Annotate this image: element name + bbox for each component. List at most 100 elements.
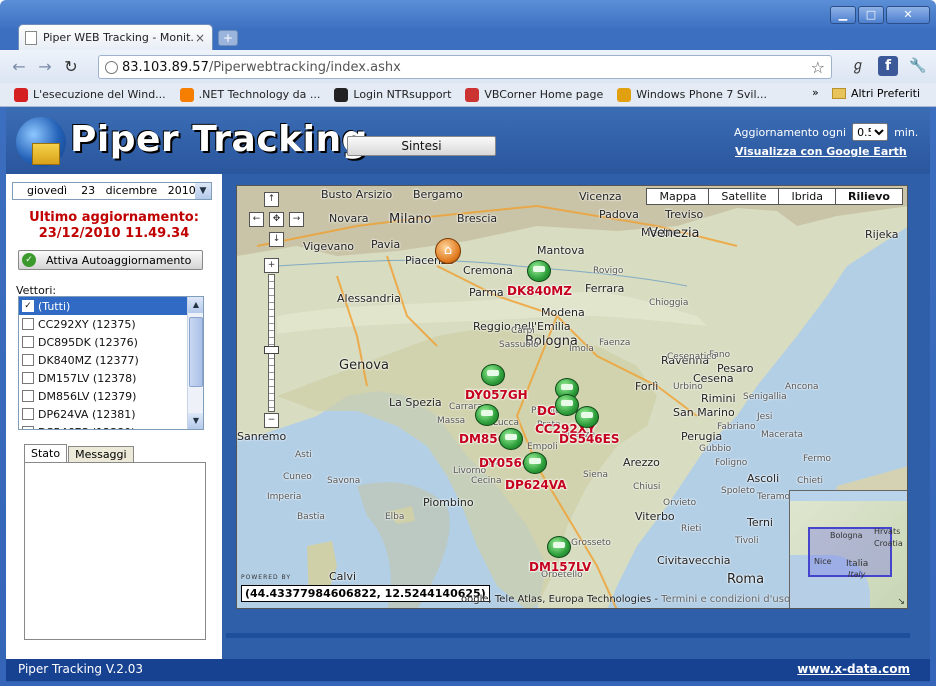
scroll-thumb[interactable] <box>189 317 203 387</box>
pan-left-icon[interactable]: ← <box>249 212 264 227</box>
city-label: Venezia <box>649 226 700 241</box>
vehicle-label[interactable]: DC <box>537 404 556 418</box>
list-scrollbar[interactable]: ▲ ▼ <box>187 297 203 429</box>
city-label: Massa <box>437 416 466 426</box>
vehicle-checkbox[interactable] <box>22 318 34 330</box>
wrench-icon[interactable]: 🔧 <box>908 56 928 76</box>
vehicle-label: DK840MZ (12377) <box>38 353 139 367</box>
pan-center-icon[interactable]: ✥ <box>269 212 284 227</box>
map-type-button[interactable]: Satellite <box>708 188 780 205</box>
zoom-out-icon[interactable]: − <box>264 413 279 428</box>
vehicle-marker-icon[interactable] <box>475 404 499 426</box>
zoom-in-icon[interactable]: + <box>264 258 279 273</box>
pan-right-icon[interactable]: → <box>289 212 304 227</box>
overview-map[interactable]: Bologna Hrvats Croatia Nice Italia Italy… <box>789 490 907 608</box>
zoom-knob[interactable] <box>264 345 279 354</box>
list-item[interactable]: ✓ (Tutti) <box>19 297 187 315</box>
chevron-down-icon[interactable]: ▼ <box>195 183 211 199</box>
minimize-icon[interactable]: ▁ <box>830 6 856 24</box>
sintesi-button[interactable]: Sintesi <box>347 136 496 156</box>
pan-up-icon[interactable]: ↑ <box>264 192 279 207</box>
home-icon[interactable]: ⌂ <box>435 238 461 264</box>
city-label: Busto Arsizio <box>321 188 393 201</box>
scroll-up-icon[interactable]: ▲ <box>188 297 203 313</box>
vehicle-label[interactable]: DK840MZ <box>507 284 572 298</box>
city-label: Savona <box>327 476 361 486</box>
zoom-slider[interactable] <box>268 274 275 412</box>
vehicle-marker-icon[interactable] <box>527 260 551 282</box>
bookmark-item[interactable]: .NET Technology da ... <box>179 87 320 102</box>
new-tab-button[interactable]: + <box>218 30 238 46</box>
vehicle-label[interactable]: DY057GH <box>465 388 528 402</box>
bookmark-item[interactable]: VBCorner Home page <box>465 87 603 102</box>
extension-icon[interactable]: ℊ <box>848 56 868 76</box>
forward-icon[interactable]: → <box>34 56 56 78</box>
close-icon[interactable]: ✕ <box>886 6 930 24</box>
refresh-interval-select[interactable]: 0.5 <box>852 123 889 141</box>
bookmark-item[interactable]: L'esecuzione del Wind... <box>14 87 166 102</box>
city-label: Forlì <box>635 380 659 393</box>
resize-icon[interactable]: ↘ <box>897 597 905 607</box>
list-item[interactable]: CC292XY (12375) <box>19 315 187 333</box>
auto-refresh-button[interactable]: ✓ Attiva Autoaggiornamento <box>18 250 203 270</box>
vehicle-marker-icon[interactable] <box>547 536 571 558</box>
vehicle-label[interactable]: DP624VA <box>505 478 567 492</box>
city-label: San Marino <box>673 406 735 419</box>
list-item[interactable]: DP624VA (12381) <box>19 405 187 423</box>
facebook-icon[interactable]: f <box>878 56 898 76</box>
city-label: Alessandria <box>337 292 401 305</box>
list-item[interactable]: DS546ES (12380) <box>19 423 187 429</box>
browser-tab[interactable]: Piper WEB Tracking - Monit... × <box>18 24 213 50</box>
back-icon[interactable]: ← <box>8 56 30 78</box>
city-label: Ascoli <box>747 472 780 485</box>
last-update-label: Ultimo aggiornamento: <box>29 210 199 225</box>
bookmark-item[interactable]: Windows Phone 7 Svil... <box>617 87 767 102</box>
list-item[interactable]: DC895DK (12376) <box>19 333 187 351</box>
city-label: Cesenatico <box>667 352 717 362</box>
tab-close-icon[interactable]: × <box>194 31 206 45</box>
bookmark-star-icon[interactable]: ☆ <box>811 58 825 77</box>
terms-link[interactable]: Termini e condizioni d'uso <box>661 594 790 605</box>
city-label: Urbino <box>673 382 703 392</box>
scroll-down-icon[interactable]: ▼ <box>188 413 203 429</box>
map-type-button[interactable]: Mappa <box>646 188 710 205</box>
date-month: dicembre <box>105 184 158 197</box>
map-type-button[interactable]: Rilievo <box>835 188 903 205</box>
vehicle-checkbox[interactable] <box>22 372 34 384</box>
bookmark-item[interactable]: Login NTRsupport <box>334 87 451 102</box>
tab-messaggi[interactable]: Messaggi <box>68 446 134 462</box>
vehicle-checkbox[interactable] <box>22 390 34 402</box>
vehicle-checkbox[interactable] <box>22 336 34 348</box>
map-view[interactable]: Mappa Satellite Ibrida Rilievo Busto Arsizi… <box>236 185 908 609</box>
maximize-icon[interactable]: □ <box>858 6 884 24</box>
list-item[interactable]: DK840MZ (12377) <box>19 351 187 369</box>
vehicles-list[interactable]: ▲ ▼ ✓ (Tutti) CC292XY (12375) DC895DK (1237… <box>18 296 204 430</box>
vehicle-marker-icon[interactable] <box>575 406 599 428</box>
tab-stato[interactable]: Stato <box>24 444 68 462</box>
vehicle-label[interactable]: DM157LV <box>529 560 591 574</box>
vehicle-marker-icon[interactable] <box>481 364 505 386</box>
map-type-button[interactable]: Ibrida <box>778 188 837 205</box>
date-picker[interactable]: giovedì 23 dicembre 2010 ▼ <box>12 182 212 200</box>
list-item[interactable]: DM856LV (12379) <box>19 387 187 405</box>
vehicle-marker-icon[interactable] <box>499 428 523 450</box>
page-icon <box>25 30 37 45</box>
vehicle-checkbox[interactable] <box>22 408 34 420</box>
vehicle-checkbox[interactable] <box>22 354 34 366</box>
reload-icon[interactable]: ↻ <box>60 56 82 78</box>
address-bar[interactable]: 83.103.89.57/Piperwebtracking/index.ashx… <box>98 55 832 79</box>
vehicle-checkbox[interactable] <box>22 426 34 429</box>
list-item[interactable]: DM157LV (12378) <box>19 369 187 387</box>
vehicle-marker-icon[interactable] <box>523 452 547 474</box>
vehicle-checkbox[interactable]: ✓ <box>22 300 34 312</box>
city-label: Chieti <box>797 476 824 486</box>
vehicle-label[interactable]: DS546ES <box>559 432 620 446</box>
bookmarks-more-icon[interactable]: » <box>812 86 819 99</box>
vehicle-label: DP624VA (12381) <box>38 407 136 421</box>
city-label: Bergamo <box>413 188 463 201</box>
other-bookmarks[interactable]: Altri Preferiti <box>831 87 920 100</box>
website-link[interactable]: www.x-data.com <box>797 662 910 676</box>
pan-down-icon[interactable]: ↓ <box>269 232 284 247</box>
city-label: Pesaro <box>717 362 754 375</box>
google-earth-link[interactable]: Visualizza con Google Earth <box>735 145 907 158</box>
